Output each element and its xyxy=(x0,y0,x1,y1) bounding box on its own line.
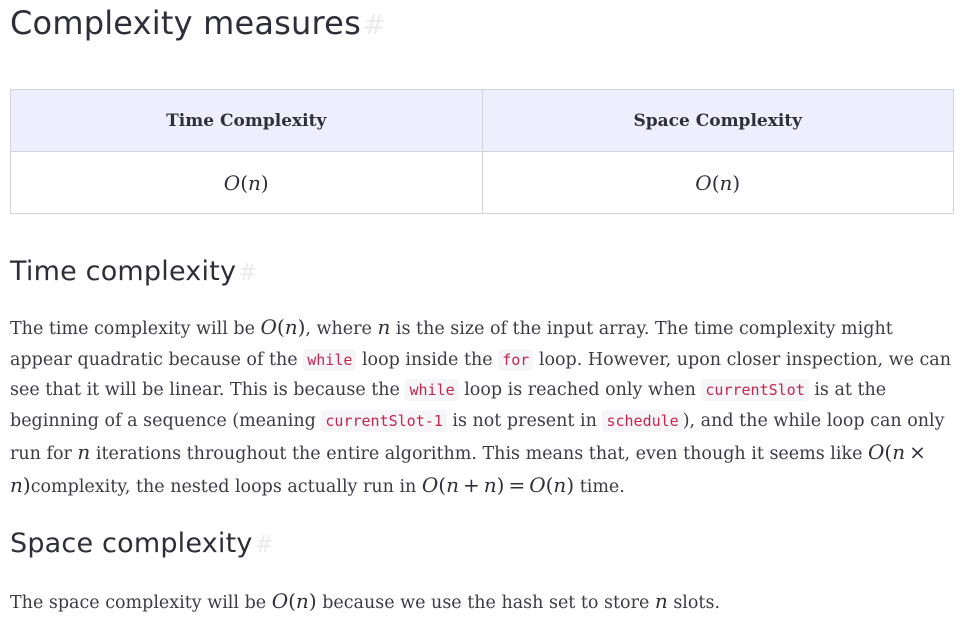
heading-anchor-link[interactable]: # xyxy=(363,10,386,41)
table-header-time: Time Complexity xyxy=(10,89,483,152)
section-heading-time: Time complexity# xyxy=(10,254,957,291)
heading-anchor-link[interactable]: # xyxy=(255,532,274,558)
inline-code: while xyxy=(303,348,357,371)
inline-math: n xyxy=(654,589,668,614)
inline-code: while xyxy=(405,379,459,402)
time-complexity-paragraph: The time complexity will be O(n), where … xyxy=(10,315,951,497)
inline-math: O(n + n) = O(n) xyxy=(421,472,575,497)
section-heading-time-text: Time complexity xyxy=(10,256,237,287)
section-heading-space-text: Space complexity xyxy=(10,528,253,560)
space-complexity-paragraph: The space complexity will be O(n) becaus… xyxy=(10,589,721,614)
inline-code: currentSlot-1 xyxy=(321,410,447,433)
table-header-space: Space Complexity xyxy=(481,89,954,152)
table-cell-space-value: O(n) xyxy=(481,151,954,214)
inline-code: currentSlot xyxy=(701,379,809,402)
table-cell-time-value: O(n) xyxy=(10,151,483,214)
page-title: Complexity measures# xyxy=(10,0,957,48)
section-heading-space: Space complexity# xyxy=(10,526,957,563)
page: Complexity measures# Time Complexity Spa… xyxy=(0,0,967,619)
inline-math: n xyxy=(377,315,391,339)
inline-code: for xyxy=(498,348,534,371)
table-header-row: Time Complexity Space Complexity xyxy=(10,89,954,152)
heading-anchor-link[interactable]: # xyxy=(238,260,257,286)
complexity-table: Time Complexity Space Complexity O(n) O(… xyxy=(10,89,954,214)
inline-code: schedule xyxy=(602,410,683,433)
table-row: O(n) O(n) xyxy=(10,151,954,214)
inline-math: O(n) xyxy=(260,315,306,339)
inline-math: O(n) xyxy=(271,589,317,614)
inline-math: n xyxy=(77,439,91,464)
page-title-text: Complexity measures xyxy=(10,4,361,42)
